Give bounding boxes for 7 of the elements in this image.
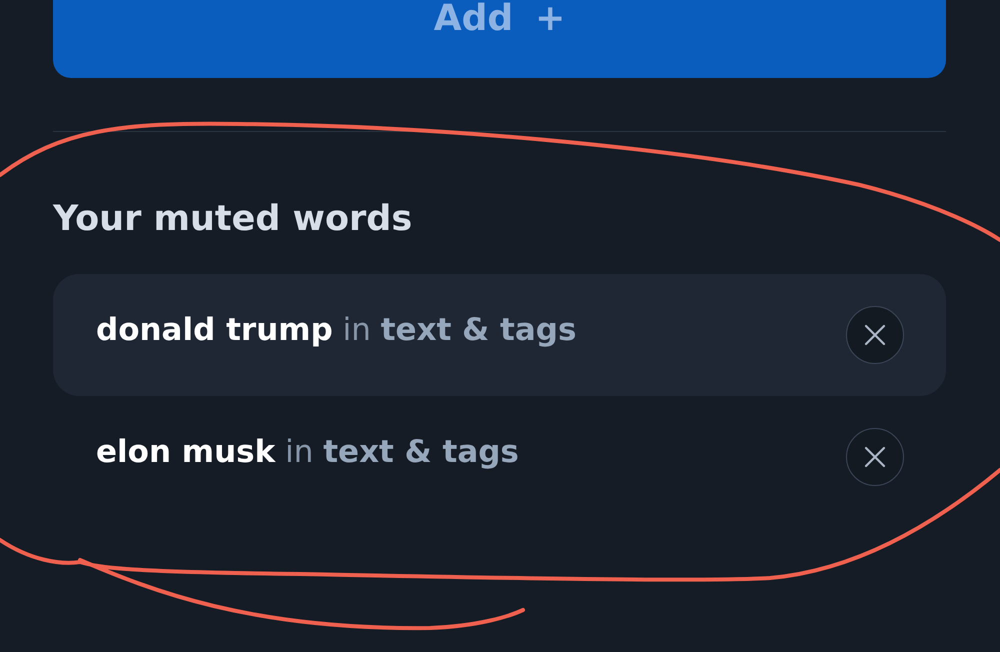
- muted-word-text: donald trump in text & tags: [96, 312, 576, 348]
- muted-word-text: elon musk in text & tags: [96, 434, 519, 470]
- muted-word-row[interactable]: donald trump in text & tags: [53, 274, 946, 396]
- muted-word-row[interactable]: elon musk in text & tags: [53, 396, 946, 518]
- close-icon: [864, 324, 886, 346]
- close-icon: [864, 446, 886, 468]
- section-title: Your muted words: [53, 198, 414, 240]
